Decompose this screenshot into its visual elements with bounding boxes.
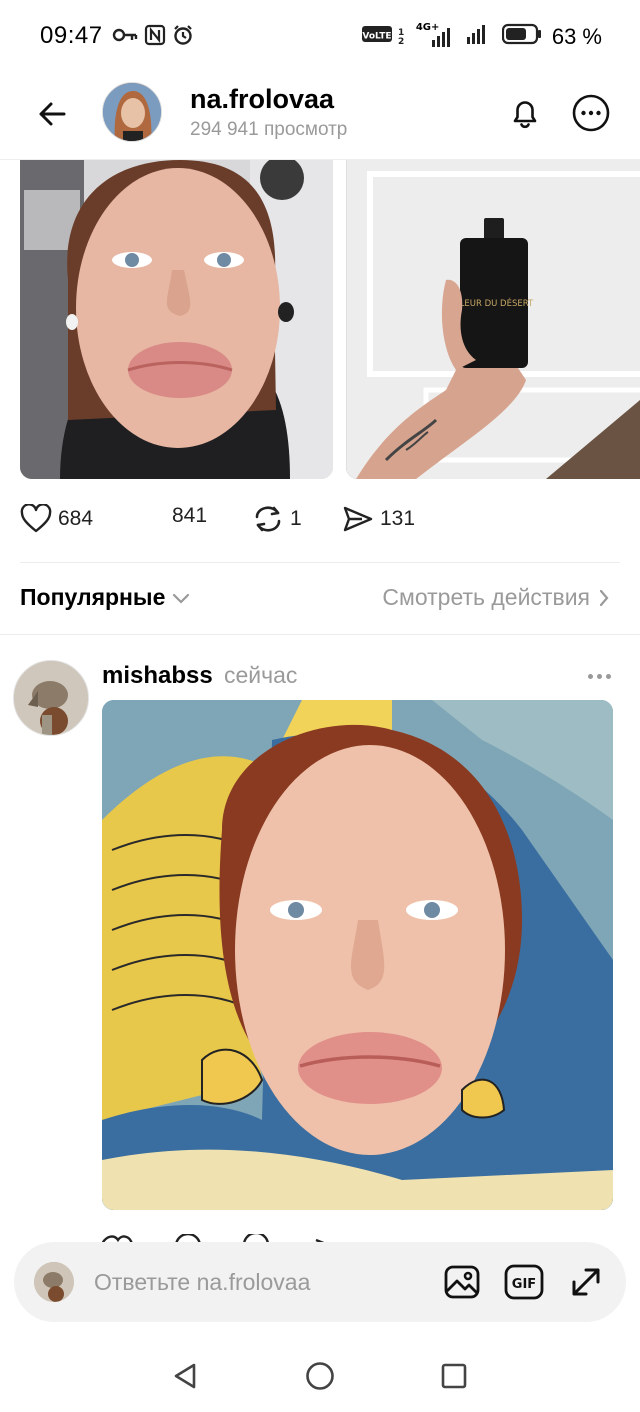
share-button[interactable]: 131 <box>342 504 415 534</box>
more-button[interactable] <box>570 92 612 134</box>
image-button[interactable] <box>442 1262 482 1302</box>
send-icon <box>343 506 373 532</box>
status-time: 09:47 <box>40 22 103 49</box>
gif-label: GIF <box>512 1277 536 1292</box>
gif-button[interactable]: GIF <box>504 1262 544 1302</box>
chevron-right-icon <box>599 589 609 606</box>
view-count: 294 941 просмотр <box>190 119 348 140</box>
key-icon <box>112 26 138 49</box>
profile-username[interactable]: na.frolovaa <box>190 84 334 115</box>
image-icon <box>444 1265 480 1299</box>
more-icon <box>572 94 610 132</box>
post-photo-1[interactable] <box>20 160 333 479</box>
reply-avatar[interactable] <box>13 660 89 736</box>
svg-text:2: 2 <box>398 37 404 45</box>
nav-home-button[interactable] <box>300 1356 340 1396</box>
triangle-back-icon <box>174 1363 196 1389</box>
repost-icon <box>255 506 281 532</box>
comment-button[interactable]: 841 <box>172 504 207 528</box>
status-icons-left <box>112 24 194 51</box>
notifications-button[interactable] <box>504 92 546 134</box>
back-arrow-icon <box>39 102 66 126</box>
chevron-down-icon <box>173 593 190 604</box>
avatar[interactable] <box>102 82 162 142</box>
bottle-label: FLEUR DU DÉSERT <box>455 297 534 309</box>
battery-icon <box>501 23 542 50</box>
like-count: 684 <box>58 507 94 530</box>
post-stats: 684 841 1 131 <box>20 500 620 540</box>
alarm-icon <box>172 24 194 51</box>
sort-label: Популярные <box>20 584 166 610</box>
view-actions-label: Смотреть действия <box>382 584 590 610</box>
signal-icon: 4G+ <box>416 22 456 49</box>
bell-icon <box>513 101 537 129</box>
repost-button[interactable]: 1 <box>252 504 302 534</box>
sort-row: Популярные Смотреть действия <box>20 580 620 616</box>
share-count: 131 <box>380 507 416 530</box>
back-button[interactable] <box>30 92 74 136</box>
reply-timestamp: сейчас <box>224 662 298 688</box>
status-icons-right: VoLTE 1 2 4G+ 63 % <box>361 22 602 51</box>
signal-icon <box>466 22 492 51</box>
volte-icon: VoLTE 1 2 <box>361 23 406 50</box>
reply-bar: GIF <box>14 1242 626 1322</box>
volte-label: VoLTE <box>362 32 391 42</box>
status-bar: 09:47 VoLTE 1 2 4G+ 63 % <box>0 0 640 74</box>
battery-percent: 63 % <box>551 23 602 49</box>
nav-recents-button[interactable] <box>434 1356 474 1396</box>
post-photo-2[interactable]: FLEUR DU DÉSERT <box>346 160 640 479</box>
like-button[interactable]: 684 <box>20 504 93 534</box>
view-actions-link[interactable]: Смотреть действия <box>382 584 610 611</box>
reply-input[interactable] <box>94 1260 424 1304</box>
comment-count: 841 <box>172 504 208 527</box>
system-nav-bar <box>0 1338 640 1412</box>
expand-icon <box>572 1268 600 1296</box>
gif-icon: GIF <box>504 1264 544 1300</box>
dot-icon <box>596 673 602 679</box>
expand-button[interactable] <box>566 1262 606 1302</box>
divider <box>20 562 620 563</box>
reply-image[interactable] <box>102 700 613 1210</box>
reply-username[interactable]: mishabss <box>102 662 213 690</box>
circle-home-icon <box>306 1362 334 1390</box>
sort-dropdown[interactable]: Популярные <box>20 584 191 611</box>
divider <box>0 634 640 635</box>
reply-more-button[interactable] <box>584 662 614 690</box>
dot-icon <box>587 673 593 679</box>
heart-icon <box>20 504 52 533</box>
dot-icon <box>605 673 611 679</box>
own-avatar <box>34 1262 74 1302</box>
square-recents-icon <box>441 1363 467 1389</box>
nav-back-button[interactable] <box>166 1356 206 1396</box>
thread-header: na.frolovaa 294 941 просмотр <box>0 76 640 160</box>
nfc-icon <box>144 24 166 51</box>
repost-count: 1 <box>290 507 302 530</box>
